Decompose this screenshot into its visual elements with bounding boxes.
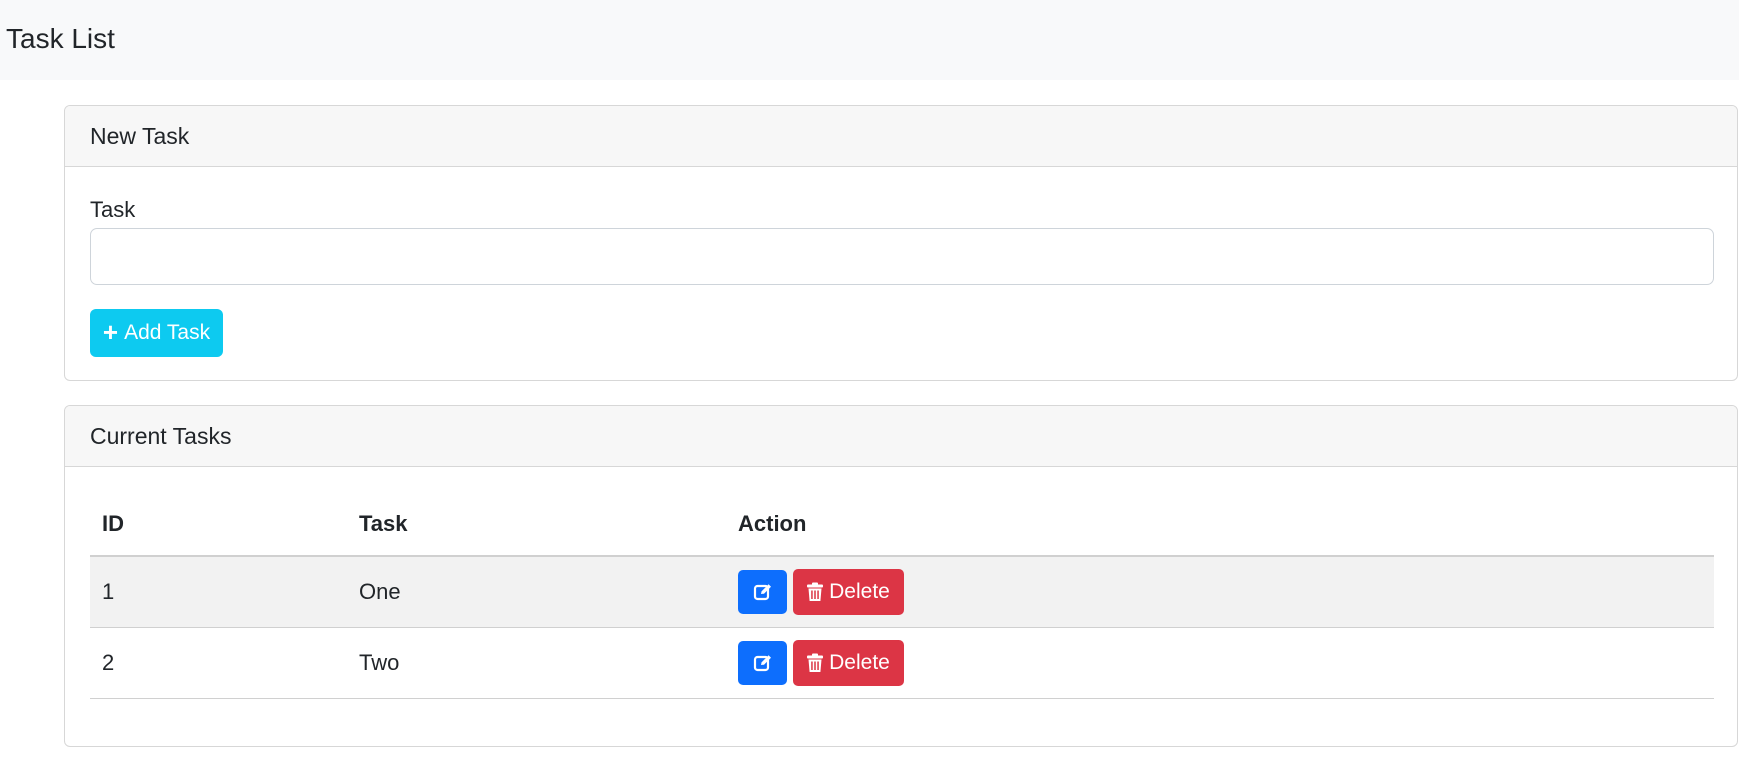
task-id-cell: 1 — [90, 556, 347, 628]
task-name-cell: One — [347, 556, 726, 628]
tasks-table: ID Task Action 1 One Delete 2 Two Delete — [90, 492, 1714, 699]
delete-button-label: Delete — [829, 650, 890, 674]
trash-icon — [807, 653, 824, 672]
add-task-button-label: Add Task — [124, 321, 211, 344]
new-task-card: New Task Task + Add Task — [64, 105, 1738, 381]
edit-icon — [753, 584, 771, 600]
delete-button[interactable]: Delete — [793, 639, 904, 686]
task-input[interactable] — [90, 228, 1714, 285]
column-header-action: Action — [726, 492, 1714, 557]
task-name-cell: Two — [347, 627, 726, 699]
column-header-id: ID — [90, 492, 347, 557]
task-actions-cell: Delete — [726, 556, 1714, 628]
table-header-row: ID Task Action — [90, 492, 1714, 557]
add-task-button[interactable]: + Add Task — [90, 309, 223, 357]
trash-icon — [807, 582, 824, 601]
edit-button[interactable] — [738, 640, 787, 685]
edit-icon — [753, 654, 771, 671]
task-input-label: Task — [90, 197, 136, 222]
task-id-cell: 2 — [90, 627, 347, 699]
current-tasks-card-header: Current Tasks — [65, 406, 1737, 467]
navbar: Task List — [0, 0, 1739, 80]
plus-icon: + — [102, 317, 119, 347]
table-row: 1 One Delete — [90, 556, 1714, 628]
current-tasks-card: Current Tasks ID Task Action 1 One Delet… — [64, 405, 1738, 747]
column-header-task: Task — [347, 492, 726, 557]
delete-button-label: Delete — [829, 579, 890, 603]
edit-button[interactable] — [738, 569, 787, 614]
table-row: 2 Two Delete — [90, 627, 1714, 699]
new-task-card-header: New Task — [65, 106, 1737, 167]
task-actions-cell: Delete — [726, 627, 1714, 699]
navbar-brand[interactable]: Task List — [6, 21, 115, 57]
delete-button[interactable]: Delete — [793, 568, 904, 615]
